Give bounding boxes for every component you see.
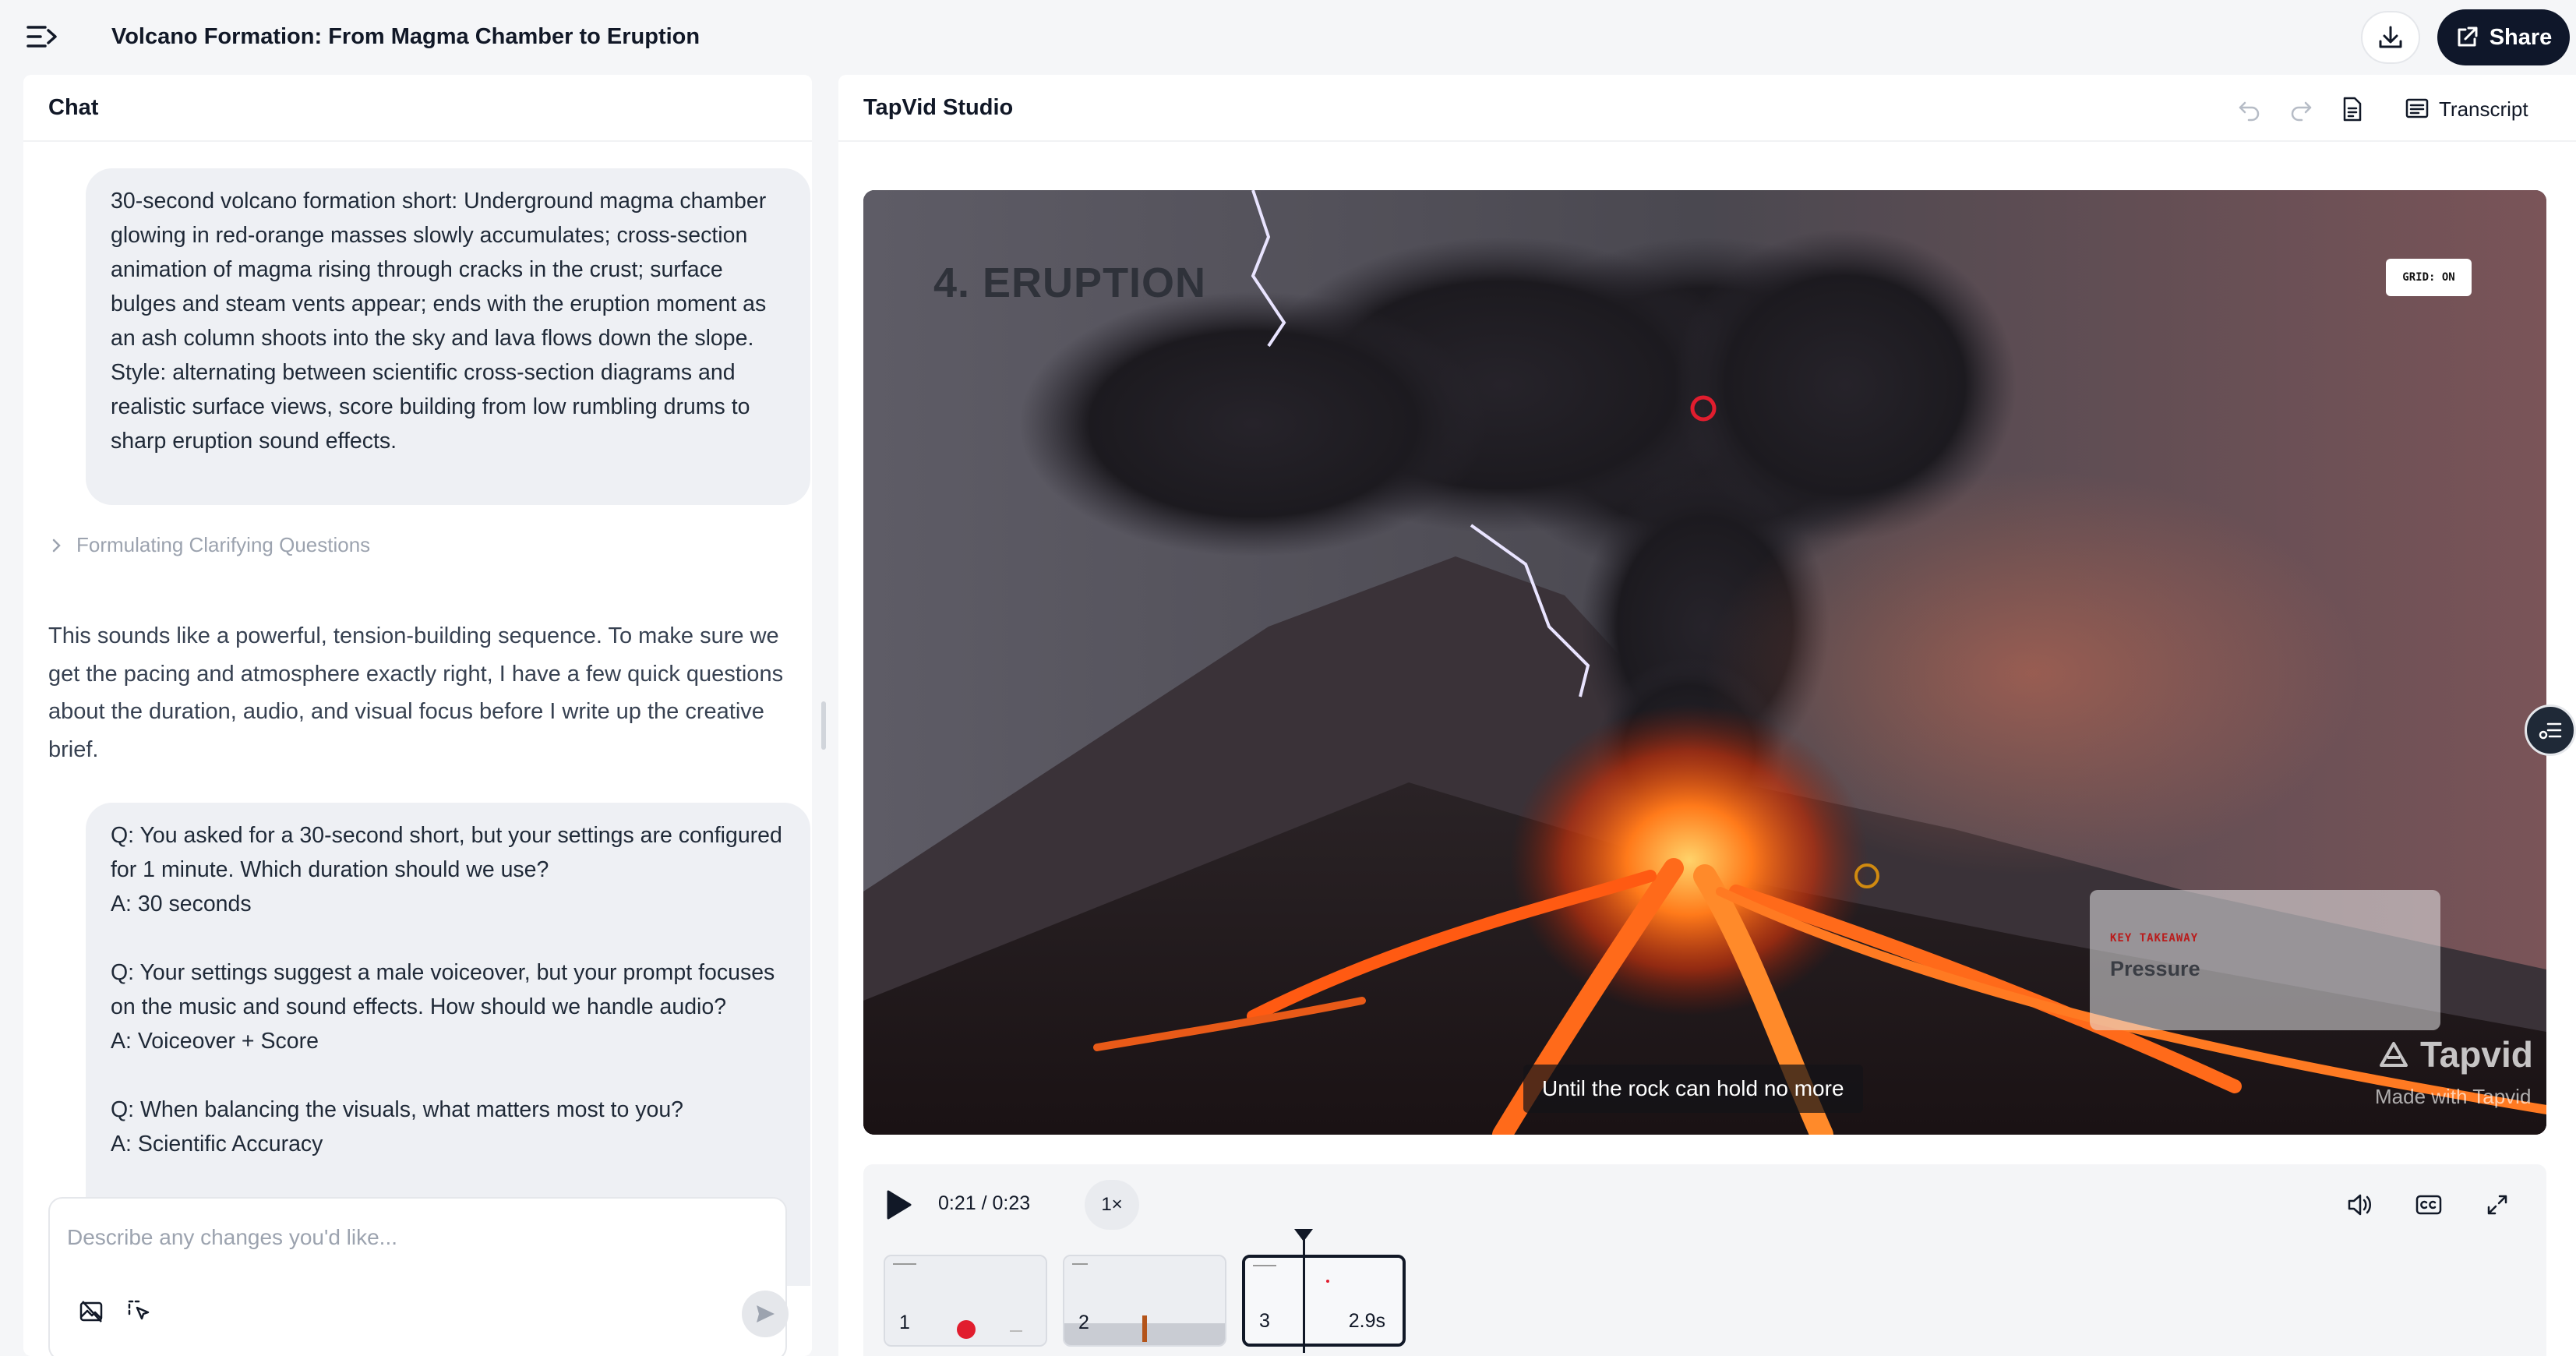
user-prompt-bubble: 30-second volcano formation short: Under… bbox=[86, 168, 810, 505]
sidebar-toggle-icon[interactable] bbox=[23, 19, 61, 55]
watermark-logo: Tapvid bbox=[2373, 1033, 2533, 1075]
share-button[interactable]: Share bbox=[2437, 9, 2570, 65]
clip-number: 3 bbox=[1259, 1310, 1270, 1332]
studio-title: TapVid Studio bbox=[863, 94, 1014, 120]
subtitle-caption: Until the rock can hold no more bbox=[1523, 1065, 1863, 1113]
clip-number: 1 bbox=[899, 1312, 910, 1333]
panel-resize-handle[interactable] bbox=[821, 701, 826, 750]
transcript-button[interactable]: Transcript bbox=[2405, 90, 2528, 128]
playhead-handle-icon[interactable] bbox=[1294, 1229, 1313, 1241]
clip-duration: 2.9s bbox=[1348, 1310, 1385, 1332]
studio-panel: TapVid Studio Transcript 4. ERUPTION GRI… bbox=[838, 75, 2576, 1356]
clip-number: 2 bbox=[1078, 1312, 1089, 1333]
qa-question: Q: When balancing the visuals, what matt… bbox=[111, 1097, 684, 1122]
chat-input[interactable] bbox=[67, 1214, 753, 1261]
transcript-icon bbox=[2405, 98, 2429, 118]
top-bar: Volcano Formation: From Magma Chamber to… bbox=[0, 0, 2576, 73]
watermark-brand-text: Tapvid bbox=[2420, 1034, 2533, 1075]
scene-timeline: 1 2 3 2.9s bbox=[863, 1245, 2546, 1356]
qa-answer: A: Scientific Accuracy bbox=[111, 1132, 323, 1156]
thinking-label: Formulating Clarifying Questions bbox=[76, 533, 371, 556]
playback-time: 0:21 / 0:23 bbox=[938, 1192, 1031, 1214]
timeline-playhead[interactable] bbox=[1303, 1231, 1305, 1353]
send-button[interactable] bbox=[742, 1291, 789, 1337]
transcript-label: Transcript bbox=[2439, 97, 2528, 121]
closed-captions-icon[interactable] bbox=[2409, 1186, 2448, 1224]
fullscreen-icon[interactable] bbox=[2478, 1186, 2517, 1224]
share-icon bbox=[2458, 26, 2478, 47]
qa-answer: A: Voiceover + Score bbox=[111, 1029, 319, 1054]
video-preview[interactable]: 4. ERUPTION GRID: ON KEY TAKEAWAY Pressu… bbox=[863, 190, 2546, 1135]
takeaway-value: Pressure bbox=[2110, 957, 2200, 980]
scene-settings-toggle-icon[interactable] bbox=[2525, 704, 2576, 756]
timeline-clip-2[interactable]: 2 bbox=[1063, 1255, 1226, 1347]
redo-icon[interactable] bbox=[2281, 90, 2320, 128]
scene-title: 4. ERUPTION bbox=[933, 260, 1207, 306]
play-icon bbox=[887, 1190, 912, 1220]
qa-item: Q: When balancing the visuals, what matt… bbox=[111, 1093, 785, 1161]
share-label: Share bbox=[2489, 24, 2553, 50]
tapvid-logo-icon bbox=[2380, 1042, 2408, 1067]
undo-icon[interactable] bbox=[2230, 90, 2269, 128]
chevron-right-icon bbox=[52, 539, 61, 552]
chat-title: Chat bbox=[48, 94, 99, 120]
play-button[interactable] bbox=[879, 1185, 918, 1225]
takeaway-label: KEY TAKEAWAY bbox=[2110, 932, 2199, 945]
qa-item: Q: Your settings suggest a male voiceove… bbox=[111, 955, 785, 1058]
clip-thumbnail bbox=[1245, 1258, 1403, 1344]
qa-question: Q: Your settings suggest a male voiceove… bbox=[111, 960, 775, 1019]
image-picker-icon[interactable] bbox=[72, 1292, 111, 1331]
timeline-clip-1[interactable]: 1 bbox=[884, 1255, 1047, 1347]
download-icon bbox=[2379, 26, 2402, 48]
key-takeaway-card: KEY TAKEAWAY Pressure bbox=[2090, 890, 2440, 1030]
send-icon bbox=[757, 1305, 775, 1322]
chat-header: Chat bbox=[23, 75, 812, 142]
qa-item: Q: You asked for a 30-second short, but … bbox=[111, 818, 785, 921]
timeline-clip-3[interactable]: 3 2.9s bbox=[1242, 1255, 1406, 1347]
watermark-subtitle: Made with Tapvid bbox=[2375, 1085, 2532, 1108]
document-icon[interactable] bbox=[2333, 90, 2372, 128]
player-controls: 0:21 / 0:23 1× bbox=[863, 1164, 2546, 1245]
grid-badge[interactable]: GRID: ON bbox=[2386, 259, 2472, 296]
volume-icon[interactable] bbox=[2341, 1186, 2380, 1224]
chat-panel: Chat 30-second volcano formation short: … bbox=[23, 75, 812, 1356]
qa-answer: A: 30 seconds bbox=[111, 892, 252, 916]
playback-speed-button[interactable]: 1× bbox=[1085, 1180, 1139, 1230]
qa-question: Q: You asked for a 30-second short, but … bbox=[111, 823, 782, 882]
chat-composer bbox=[48, 1197, 789, 1356]
thinking-toggle[interactable]: Formulating Clarifying Questions bbox=[51, 533, 370, 557]
download-button[interactable] bbox=[2361, 11, 2420, 64]
project-title: Volcano Formation: From Magma Chamber to… bbox=[111, 24, 700, 49]
select-cursor-icon[interactable] bbox=[120, 1292, 159, 1331]
assistant-message: This sounds like a powerful, tension-bui… bbox=[48, 623, 784, 762]
